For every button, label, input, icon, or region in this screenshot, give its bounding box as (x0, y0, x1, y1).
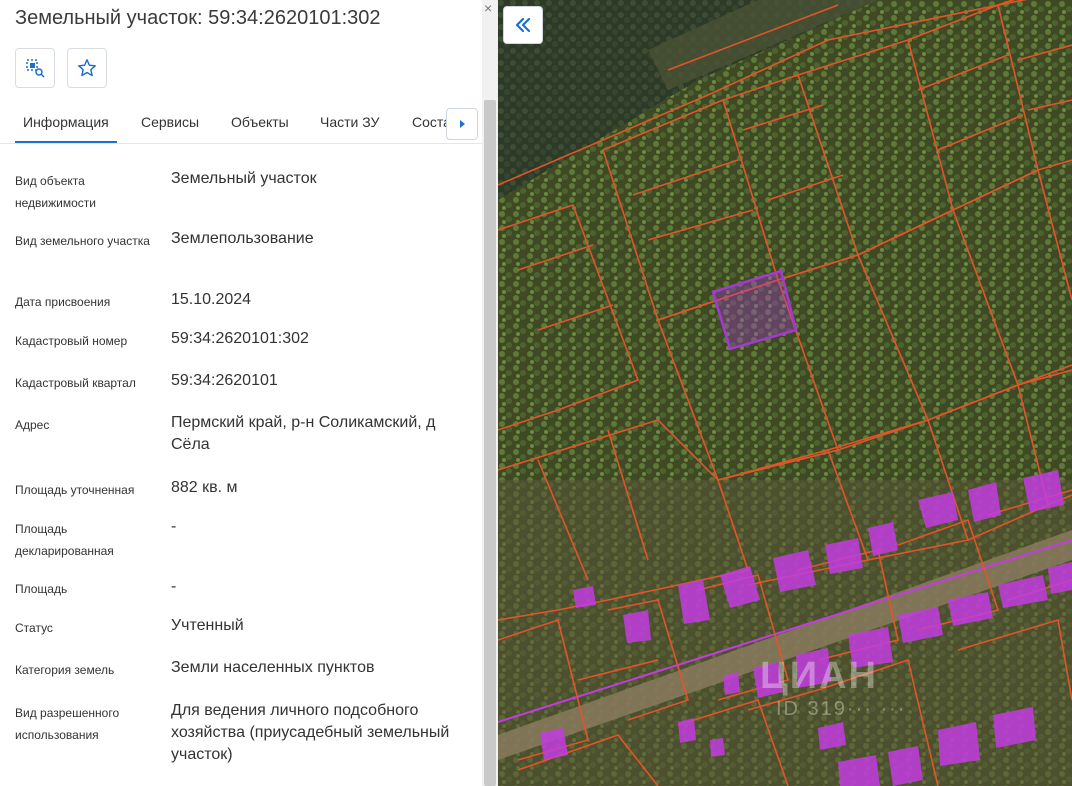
info-panel: Земельный участок: 59:34:2620101:302 Инф… (0, 0, 498, 786)
detail-value: Для ведения личного подсобного хозяйства… (171, 702, 450, 763)
detail-label: Дата присвоения (15, 295, 111, 309)
tab-objects[interactable]: Объекты (231, 114, 289, 130)
watermark-logo: ЦИАН (760, 655, 878, 697)
locate-on-map-button[interactable] (15, 48, 55, 88)
double-chevron-left-icon (515, 17, 531, 33)
detail-value: 882 кв. м (171, 479, 238, 496)
detail-value: Земли населенных пунктов (171, 659, 375, 676)
detail-label: Площадь (15, 582, 68, 596)
detail-value: 59:34:2620101:302 (171, 330, 309, 347)
detail-label: Категория земель (15, 663, 115, 677)
detail-value: - (171, 578, 177, 595)
locate-on-map-icon (26, 59, 45, 78)
chevron-right-icon (460, 120, 465, 128)
tab-parts[interactable]: Части ЗУ (320, 114, 379, 130)
close-icon[interactable]: × (484, 0, 492, 16)
tab-services[interactable]: Сервисы (141, 114, 199, 130)
tabs-next-button[interactable] (446, 108, 478, 140)
detail-label: Площадь уточненная (15, 483, 135, 497)
detail-value: Учтенный (171, 617, 244, 634)
detail-label: Адрес (15, 418, 50, 432)
detail-value: 59:34:2620101 (171, 372, 278, 389)
detail-value: Землепользование (171, 230, 314, 247)
panel-scrollbar-thumb[interactable] (484, 100, 496, 786)
favorite-button[interactable] (67, 48, 107, 88)
detail-label: Статус (15, 621, 53, 635)
detail-value: 15.10.2024 (171, 291, 252, 308)
detail-label: Вид разрешенного использования (15, 706, 120, 742)
detail-label: Кадастровый номер (15, 334, 128, 348)
detail-label: Площадь декларированная (15, 522, 114, 558)
detail-value: - (171, 518, 177, 535)
detail-value: Пермский край, р-н Соликамский, д Сёла (171, 414, 436, 453)
detail-value: Земельный участок (171, 170, 317, 187)
detail-label: Вид объекта недвижимости (15, 174, 96, 210)
page-title: Земельный участок: 59:34:2620101:302 (15, 7, 381, 29)
tab-bar: Информация Сервисы Объекты Части ЗУ Сост… (0, 100, 482, 144)
collapse-panel-button[interactable] (503, 6, 543, 44)
detail-label: Вид земельного участка (15, 234, 150, 248)
detail-label: Кадастровый квартал (15, 376, 136, 390)
watermark-id: ID 319··· ··· (776, 698, 907, 720)
tab-info[interactable]: Информация (15, 114, 117, 143)
star-icon (78, 59, 96, 77)
